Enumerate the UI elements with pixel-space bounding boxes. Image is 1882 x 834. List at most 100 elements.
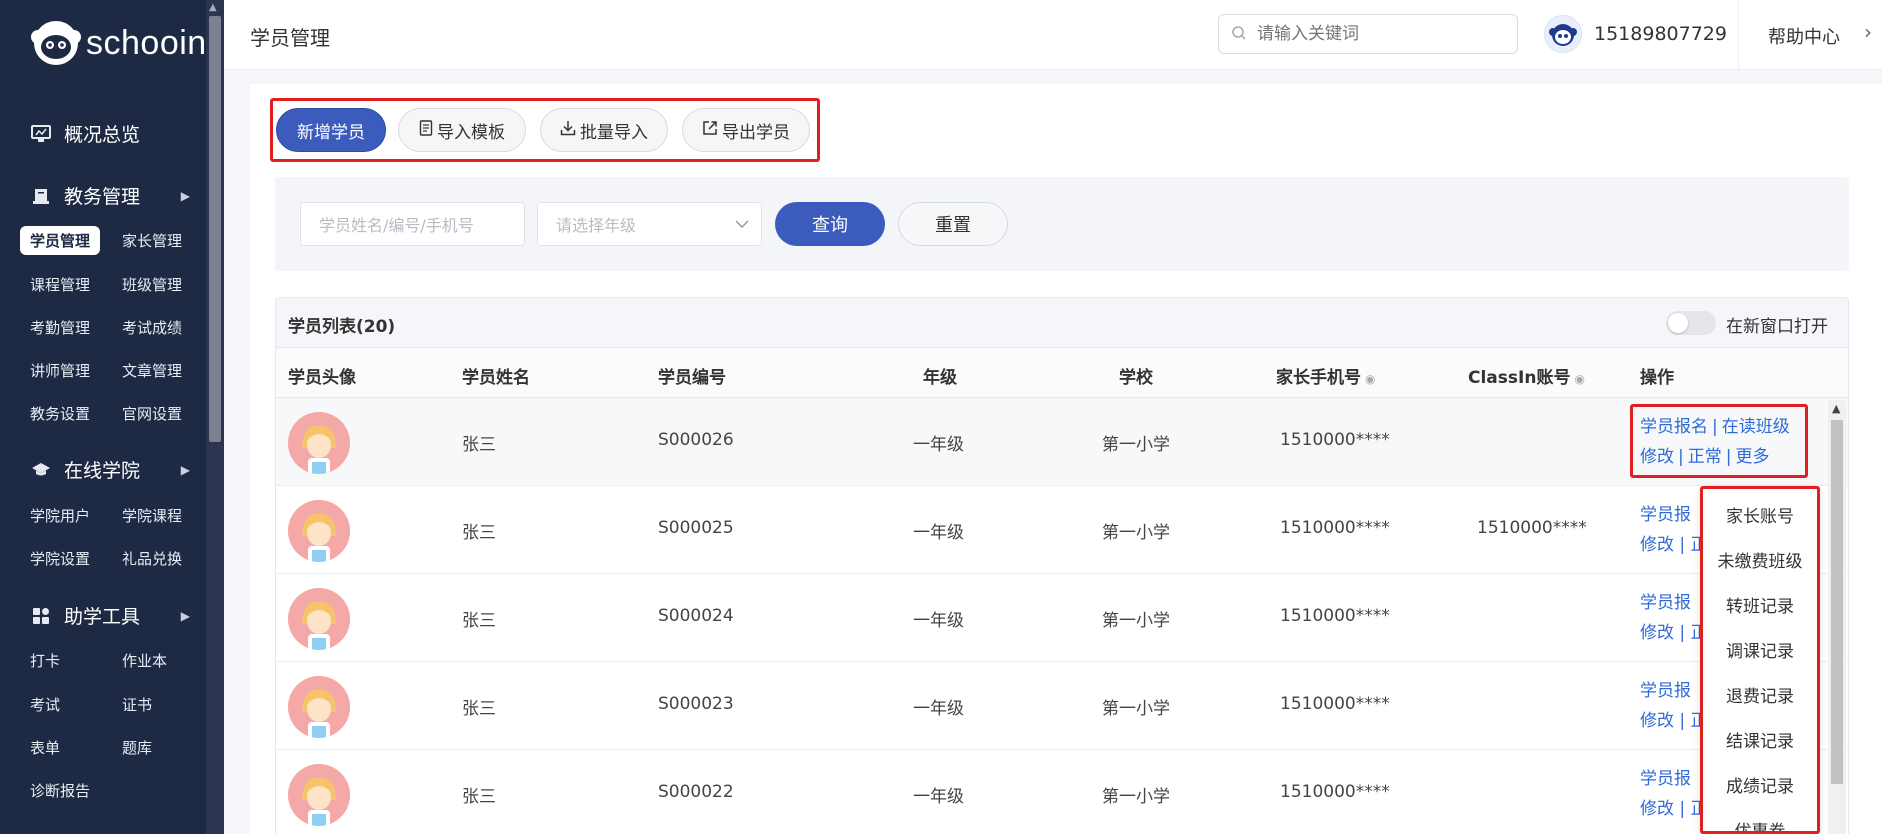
sidebar-item-exam[interactable]: 考试: [20, 690, 70, 719]
table-scroll-thumb[interactable]: [1831, 420, 1843, 784]
add-student-button[interactable]: 新增学员: [276, 108, 386, 152]
import-template-button[interactable]: 导入模板: [398, 108, 526, 152]
document-icon: [419, 120, 433, 140]
toggle-knob: [1668, 313, 1688, 333]
chevron-right-icon[interactable]: ›: [1864, 20, 1872, 44]
sidebar-item-question-bank[interactable]: 题库: [112, 733, 162, 762]
menu-item-transfer-records[interactable]: 转班记录: [1703, 592, 1817, 617]
scroll-up-arrow-icon[interactable]: ▲: [209, 2, 217, 13]
menu-item-parent-account[interactable]: 家长账号: [1703, 502, 1817, 527]
external-link-icon: [702, 120, 718, 140]
menu-item-reschedule-records[interactable]: 调课记录: [1703, 637, 1817, 662]
sidebar-section-online-academy[interactable]: 在线学院 ▶: [30, 456, 190, 483]
reset-button[interactable]: 重置: [898, 202, 1008, 246]
col-grade: 年级: [923, 368, 957, 388]
sidebar-item-student-mgmt[interactable]: 学员管理: [20, 226, 101, 255]
new-window-label: 在新窗口打开: [1726, 317, 1828, 337]
sidebar-item-checkin[interactable]: 打卡: [20, 646, 70, 675]
edit-link[interactable]: 修改 | 正: [1640, 794, 1708, 824]
new-window-toggle[interactable]: [1666, 311, 1716, 335]
sidebar-item-form[interactable]: 表单: [20, 733, 70, 762]
edit-link[interactable]: 修改 | 正: [1640, 618, 1708, 648]
sidebar-item-class-mgmt[interactable]: 班级管理: [112, 270, 192, 299]
grade-select[interactable]: 请选择年级: [537, 202, 762, 246]
brand-name: schooin: [86, 23, 207, 62]
girl-avatar-icon: [288, 412, 350, 474]
sidebar-section-academic[interactable]: 教务管理 ▶: [30, 182, 190, 209]
sidebar-section-label: 助学工具: [64, 606, 141, 628]
sidebar-item-homework[interactable]: 作业本: [112, 646, 177, 675]
sidebar-scrollbar[interactable]: ▲: [206, 0, 224, 834]
table-scrollbar[interactable]: ▲: [1828, 400, 1846, 834]
page-title: 学员管理: [250, 26, 330, 50]
edit-link[interactable]: 修改 | 正: [1640, 706, 1708, 736]
select-placeholder: 请选择年级: [556, 216, 637, 235]
sidebar-item-parent-mgmt[interactable]: 家长管理: [112, 226, 192, 255]
global-search[interactable]: [1218, 14, 1518, 54]
brand-logo[interactable]: schooin: [30, 18, 207, 68]
student-id: S000024: [658, 606, 734, 626]
edit-link[interactable]: 修改 | 正: [1640, 530, 1708, 560]
export-students-button[interactable]: 导出学员: [682, 108, 810, 152]
col-label: 家长手机号: [1276, 368, 1361, 388]
sidebar-item-academic-settings[interactable]: 教务设置: [20, 399, 100, 428]
parent-phone: 1510000****: [1280, 606, 1390, 626]
parent-phone: 1510000****: [1280, 430, 1390, 450]
sidebar-item-academy-settings[interactable]: 学院设置: [20, 544, 100, 573]
menu-item-grade-records[interactable]: 成绩记录: [1703, 772, 1817, 797]
enroll-link[interactable]: 学员报: [1640, 588, 1708, 618]
sidebar-item-lecturer-mgmt[interactable]: 讲师管理: [20, 356, 100, 385]
sidebar-item-academy-courses[interactable]: 学院课程: [112, 501, 192, 530]
row-actions: 学员报 修改 | 正: [1640, 676, 1708, 736]
eye-icon[interactable]: ◉: [1574, 372, 1584, 386]
search-input[interactable]: [1257, 24, 1497, 44]
student-search-input[interactable]: 学员姓名/编号/手机号: [300, 202, 525, 246]
student-grade: 一年级: [913, 611, 964, 631]
student-grade: 一年级: [913, 523, 964, 543]
enroll-link[interactable]: 学员报: [1640, 500, 1708, 530]
sidebar-item-exam-scores[interactable]: 考试成绩: [112, 313, 192, 342]
eye-icon[interactable]: ◉: [1365, 372, 1375, 386]
sidebar-section-label: 教务管理: [64, 186, 141, 208]
sidebar-item-article-mgmt[interactable]: 文章管理: [112, 356, 192, 385]
menu-item-refund-records[interactable]: 退费记录: [1703, 682, 1817, 707]
student-avatar: [288, 412, 350, 474]
sidebar-item-diagnostic-report[interactable]: 诊断报告: [20, 776, 100, 805]
student-name: 张三: [462, 435, 496, 455]
enroll-link[interactable]: 学员报: [1640, 676, 1708, 706]
sidebar-section-study-tools[interactable]: 助学工具 ▶: [30, 602, 190, 629]
student-school: 第一小学: [1102, 787, 1170, 807]
table-title: 学员列表(20): [288, 317, 396, 337]
sidebar-item-overview[interactable]: 概况总览: [30, 120, 190, 147]
table-row: 张三 S000026 一年级 第一小学 1510000**** 学员报名 | 在读班…: [276, 398, 1848, 486]
menu-item-unpaid-classes[interactable]: 未缴费班级: [1703, 547, 1817, 572]
scroll-up-arrow-icon[interactable]: ▲: [1832, 402, 1840, 415]
classin-account: 1510000****: [1477, 518, 1587, 538]
sidebar-item-gift-exchange[interactable]: 礼品兑换: [112, 544, 192, 573]
help-center-link[interactable]: 帮助中心: [1768, 23, 1840, 49]
sidebar-item-academy-users[interactable]: 学院用户: [20, 501, 100, 530]
button-label: 新增学员: [297, 122, 365, 143]
menu-item-coupons[interactable]: 优惠券: [1703, 817, 1817, 831]
user-avatar[interactable]: [1544, 15, 1582, 53]
batch-import-button[interactable]: 批量导入: [540, 108, 668, 152]
sidebar-item-course-mgmt[interactable]: 课程管理: [20, 270, 100, 299]
menu-item-completion-records[interactable]: 结课记录: [1703, 727, 1817, 752]
student-name: 张三: [462, 787, 496, 807]
sidebar-item-attendance[interactable]: 考勤管理: [20, 313, 100, 342]
student-school: 第一小学: [1102, 523, 1170, 543]
sidebar-item-website-settings[interactable]: 官网设置: [112, 399, 192, 428]
student-grade: 一年级: [913, 699, 964, 719]
sidebar-item-certificate[interactable]: 证书: [112, 690, 162, 719]
book-icon: [30, 185, 52, 207]
query-button[interactable]: 查询: [775, 202, 885, 246]
student-name: 张三: [462, 523, 496, 543]
student-id: S000022: [658, 782, 734, 802]
girl-avatar-icon: [288, 676, 350, 738]
button-label: 导入模板: [437, 122, 505, 143]
student-school: 第一小学: [1102, 435, 1170, 455]
student-grade: 一年级: [913, 787, 964, 807]
enroll-link[interactable]: 学员报: [1640, 764, 1708, 794]
user-phone[interactable]: 15189807729: [1594, 23, 1727, 45]
sidebar-scroll-thumb[interactable]: [209, 16, 221, 442]
